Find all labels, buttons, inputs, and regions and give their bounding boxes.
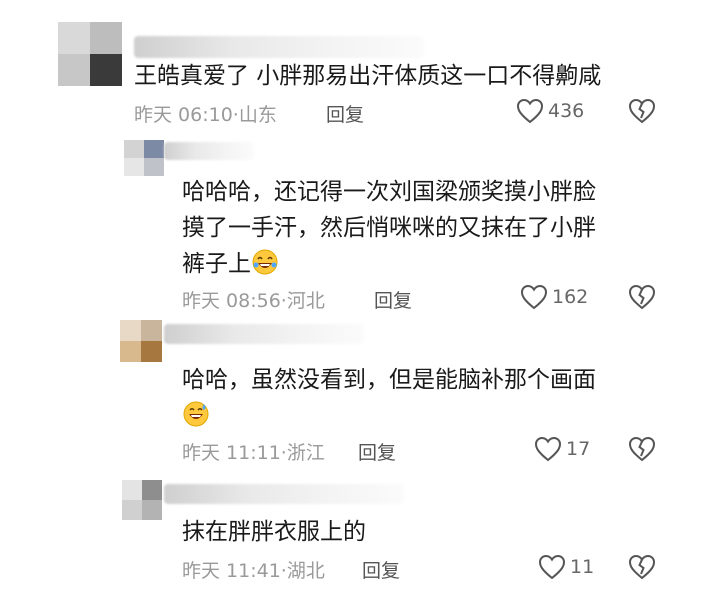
avatar[interactable]: [58, 22, 122, 86]
like-count: 436: [548, 100, 585, 122]
dislike-button[interactable]: [628, 98, 656, 128]
like-button[interactable]: 17: [534, 436, 590, 462]
like-count: 11: [570, 556, 595, 578]
like-button[interactable]: 162: [520, 284, 588, 310]
timestamp: 昨天 08:56: [182, 290, 281, 312]
comment-meta: 昨天 06:10·山东: [134, 104, 277, 126]
broken-heart-icon: [628, 284, 656, 310]
heart-icon: [516, 98, 544, 124]
reply-button[interactable]: 回复: [326, 100, 364, 127]
comment-meta: 昨天 11:41·湖北: [182, 560, 325, 582]
timestamp: 昨天 06:10: [134, 104, 233, 126]
location: 河北: [286, 290, 325, 312]
reply-button[interactable]: 回复: [358, 438, 396, 465]
broken-heart-icon: [628, 436, 656, 462]
like-count: 17: [566, 438, 591, 460]
broken-heart-icon: [628, 554, 656, 580]
comment-text: 哈哈，虽然没看到，但是能脑补那个画面: [182, 362, 596, 434]
heart-icon: [534, 436, 562, 462]
comment-text: 抹在胖胖衣服上的: [182, 519, 366, 545]
username-blurred[interactable]: [164, 324, 364, 344]
dislike-button[interactable]: [628, 554, 656, 584]
dislike-button[interactable]: [628, 284, 656, 314]
location: 浙江: [286, 442, 325, 464]
avatar[interactable]: [120, 320, 162, 362]
reply-button[interactable]: 回复: [362, 556, 400, 583]
username-blurred[interactable]: [134, 36, 424, 58]
heart-icon: [538, 554, 566, 580]
comment-text: 哈哈哈，还记得一次刘国梁颁奖摸小胖脸 摸了一手汗，然后悄咪咪的又抹在了小胖 裤子…: [182, 179, 596, 277]
avatar[interactable]: [122, 480, 162, 520]
username-blurred[interactable]: [164, 142, 254, 160]
grinning-sweat-emoji: [183, 401, 209, 427]
location: 湖北: [286, 560, 325, 582]
location: 山东: [238, 104, 277, 126]
laughing-crying-emoji: [252, 249, 278, 275]
like-button[interactable]: 436: [516, 98, 584, 124]
avatar[interactable]: [124, 140, 164, 176]
like-count: 162: [552, 286, 589, 308]
comment-text: 王皓真爱了 小胖那易出汗体质这一口不得齁咸: [134, 63, 602, 89]
timestamp: 昨天 11:41: [182, 560, 281, 582]
timestamp: 昨天 11:11: [182, 442, 281, 464]
heart-icon: [520, 284, 548, 310]
dislike-button[interactable]: [628, 436, 656, 466]
comment-meta: 昨天 08:56·河北: [182, 290, 325, 312]
broken-heart-icon: [628, 98, 656, 124]
reply-button[interactable]: 回复: [374, 286, 412, 313]
username-blurred[interactable]: [164, 484, 404, 504]
like-button[interactable]: 11: [538, 554, 594, 580]
comment-meta: 昨天 11:11·浙江: [182, 442, 325, 464]
